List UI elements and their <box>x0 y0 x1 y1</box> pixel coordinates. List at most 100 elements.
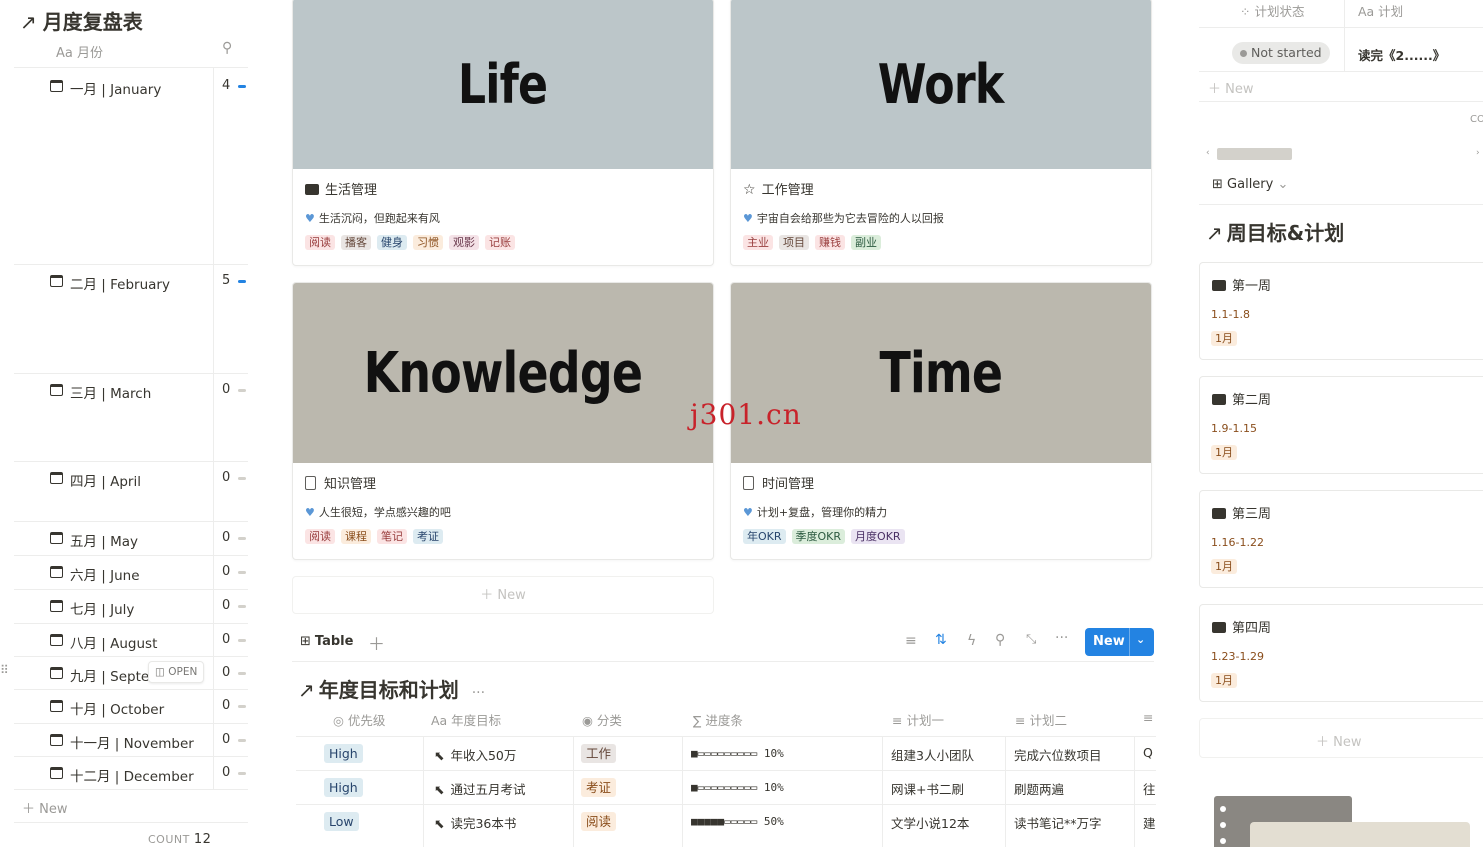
month-progress-bar <box>238 639 246 642</box>
table-view-tab[interactable]: ⊞ Table <box>300 634 353 649</box>
week-card[interactable]: 第二周 1.9-1.15 1月 <box>1199 376 1483 474</box>
column-header[interactable]: ◎ 优先级 <box>333 710 385 729</box>
category-badge[interactable]: 工作 <box>581 744 617 763</box>
arrow-up-right-icon: ↗ <box>20 10 37 34</box>
month-row[interactable]: 十二月 | December 0 <box>14 757 248 790</box>
category-badge[interactable]: 考证 <box>581 778 617 797</box>
plan2-cell[interactable]: 刷题两遍 <box>1014 779 1064 798</box>
week-title: 第二周 <box>1232 393 1272 408</box>
month-row[interactable]: 十一月 | November 0 <box>14 724 248 757</box>
progress-cell[interactable]: ■▭▭▭▭▭▭▭▭▭ 10% <box>691 747 784 760</box>
month-row[interactable]: 一月 | January 4 <box>14 70 248 265</box>
tag: 课程 <box>341 529 371 544</box>
monthly-review-title[interactable]: ↗ 月度复盘表 <box>20 6 143 35</box>
plan1-cell[interactable]: 文学小说12本 <box>891 813 969 832</box>
search-icon[interactable]: ⚲ <box>222 40 232 56</box>
priority-badge[interactable]: High <box>324 744 363 763</box>
watermark: j301.cn <box>690 398 802 431</box>
month-progress-bar <box>238 605 246 608</box>
month-row[interactable]: 四月 | April 0 <box>14 462 248 522</box>
gallery-card[interactable]: Knowledge 知识管理 ♥ 人生很短，学点感兴趣的吧 阅读 课程 笔记 考证 <box>292 282 714 560</box>
month-label: 十一月 | November <box>70 736 194 752</box>
more-options-icon[interactable]: ··· <box>1055 630 1068 646</box>
chevron-down-icon[interactable]: ⌄ <box>1136 633 1145 646</box>
column-header[interactable]: Aa 年度目标 <box>431 710 501 729</box>
month-progress-bar <box>238 772 246 775</box>
month-row[interactable]: 五月 | May 0 <box>14 522 248 556</box>
week-card[interactable]: 第三周 1.16-1.22 1月 <box>1199 490 1483 588</box>
plan-cell[interactable]: 读完《2......》 <box>1358 45 1445 64</box>
table-row[interactable]: High ⬉ 通过五月考试 考证 ■▭▭▭▭▭▭▭▭▭ 10% 网课+书二刷 刷题两遍 往 <box>296 770 1156 804</box>
tag: 项目 <box>779 235 809 250</box>
month-row[interactable]: 六月 | June 0 <box>14 556 248 590</box>
progress-cell[interactable]: ■▭▭▭▭▭▭▭▭▭ 10% <box>691 781 784 794</box>
week-title: 第四周 <box>1232 621 1272 636</box>
gallery-view-tab[interactable]: ⊞ Gallery ⌄ <box>1212 177 1288 192</box>
automation-lightning-icon[interactable]: ϟ <box>967 633 976 649</box>
month-label: 九月 | Septe <box>70 669 150 685</box>
gallery-new-button[interactable]: ＋ New <box>292 576 714 614</box>
column-header[interactable]: ◉ 分类 <box>582 710 622 729</box>
annual-goals-title[interactable]: ↗ 年度目标和计划 ··· <box>298 674 485 703</box>
extra-cell[interactable]: Q <box>1143 745 1153 760</box>
new-record-button[interactable]: New ⌄ <box>1085 628 1154 656</box>
priority-badge[interactable]: Low <box>324 812 359 831</box>
filter-icon[interactable]: ≡ <box>905 633 917 649</box>
week-card[interactable]: 第四周 1.23-1.29 1月 <box>1199 604 1483 702</box>
month-count: 5 <box>222 273 231 288</box>
status-badge[interactable]: Not started <box>1232 42 1330 64</box>
count-summary[interactable]: COUNT 12 <box>148 832 211 847</box>
calculate-label[interactable]: CO <box>1470 114 1483 125</box>
month-progress-bar <box>238 537 246 540</box>
table-row[interactable]: High ⬉ 年收入50万 工作 ■▭▭▭▭▭▭▭▭▭ 10% 组建3人小团队 完成六位数项… <box>296 736 1156 770</box>
drag-handle-icon[interactable]: ⠿ <box>0 663 9 677</box>
weekly-goals-title[interactable]: ↗ 周目标&计划 <box>1206 217 1344 246</box>
month-label: 八月 | August <box>70 636 158 652</box>
progress-cell[interactable]: ■■■■■▭▭▭▭▭ 50% <box>691 815 784 828</box>
plan2-cell[interactable]: 完成六位数项目 <box>1014 745 1102 764</box>
column-header[interactable]: ≡ 计划一 <box>892 710 944 729</box>
week-card[interactable]: 第一周 1.1-1.8 1月 <box>1199 262 1483 360</box>
add-month-button[interactable]: ＋ New <box>22 798 68 817</box>
heart-icon: ♥ <box>305 212 315 225</box>
week-title: 第三周 <box>1232 507 1272 522</box>
add-view-button[interactable]: ＋ <box>368 630 385 655</box>
gallery-card[interactable]: Life 生活管理 ♥ 生活沉闷，但跑起来有风 阅读 播客 健身 习惯 观影 记账 <box>292 0 714 266</box>
more-options-icon[interactable]: ··· <box>472 685 485 701</box>
scroll-right-icon[interactable]: › <box>1476 148 1480 158</box>
weekly-new-button[interactable]: ＋ New <box>1199 718 1483 758</box>
column-header[interactable]: ∑ 进度条 <box>693 710 743 729</box>
extra-cell[interactable]: 往 <box>1143 779 1156 798</box>
more-columns-icon[interactable]: ≡ <box>1143 710 1153 725</box>
plan1-cell[interactable]: 组建3人小团队 <box>891 745 974 764</box>
open-page-button[interactable]: ◫ OPEN <box>148 661 205 683</box>
month-row[interactable]: 三月 | March 0 <box>14 374 248 462</box>
plan-status-header[interactable]: ⁘ 计划状态 <box>1240 1 1304 20</box>
gallery-card[interactable]: Work ☆ 工作管理 ♥ 宇宙自会给那些为它去冒险的人以回报 主业 项目 赚钱 副业 <box>730 0 1152 266</box>
scroll-left-icon[interactable]: ‹ <box>1206 148 1210 158</box>
star-icon: ☆ <box>743 182 756 198</box>
horizontal-scrollbar[interactable] <box>1217 148 1292 160</box>
plan-name-header[interactable]: Aa 计划 <box>1358 1 1403 20</box>
month-count: 0 <box>222 698 231 713</box>
month-column-header[interactable]: Aa 月份 <box>56 42 103 61</box>
tag: 考证 <box>413 529 443 544</box>
heart-icon: ♥ <box>743 212 753 225</box>
month-row[interactable]: 九月 | Septe 0 ◫ OPEN <box>14 657 248 690</box>
plan2-cell[interactable]: 读书笔记**万字 <box>1014 813 1102 832</box>
add-plan-button[interactable]: ＋ New <box>1208 78 1254 97</box>
column-header[interactable]: ≡ 计划二 <box>1015 710 1067 729</box>
extra-cell[interactable]: 建 <box>1143 813 1156 832</box>
table-row[interactable]: Low ⬉ 读完36本书 阅读 ■■■■■▭▭▭▭▭ 50% 文学小说12本 读书笔记**万… <box>296 804 1156 838</box>
plan1-cell[interactable]: 网课+书二刷 <box>891 779 964 798</box>
sort-icon[interactable]: ⇅ <box>935 632 947 648</box>
month-row[interactable]: 八月 | August 0 <box>14 624 248 657</box>
search-icon[interactable]: ⚲ <box>995 632 1005 648</box>
month-row[interactable]: 十月 | October 0 <box>14 690 248 724</box>
priority-badge[interactable]: High <box>324 778 363 797</box>
category-badge[interactable]: 阅读 <box>581 812 617 831</box>
card-description: 计划+复盘，管理你的精力 <box>756 506 888 519</box>
month-row[interactable]: 二月 | February 5 <box>14 265 248 374</box>
month-row[interactable]: 七月 | July 0 <box>14 590 248 624</box>
expand-icon[interactable]: ⤡ <box>1026 632 1036 647</box>
